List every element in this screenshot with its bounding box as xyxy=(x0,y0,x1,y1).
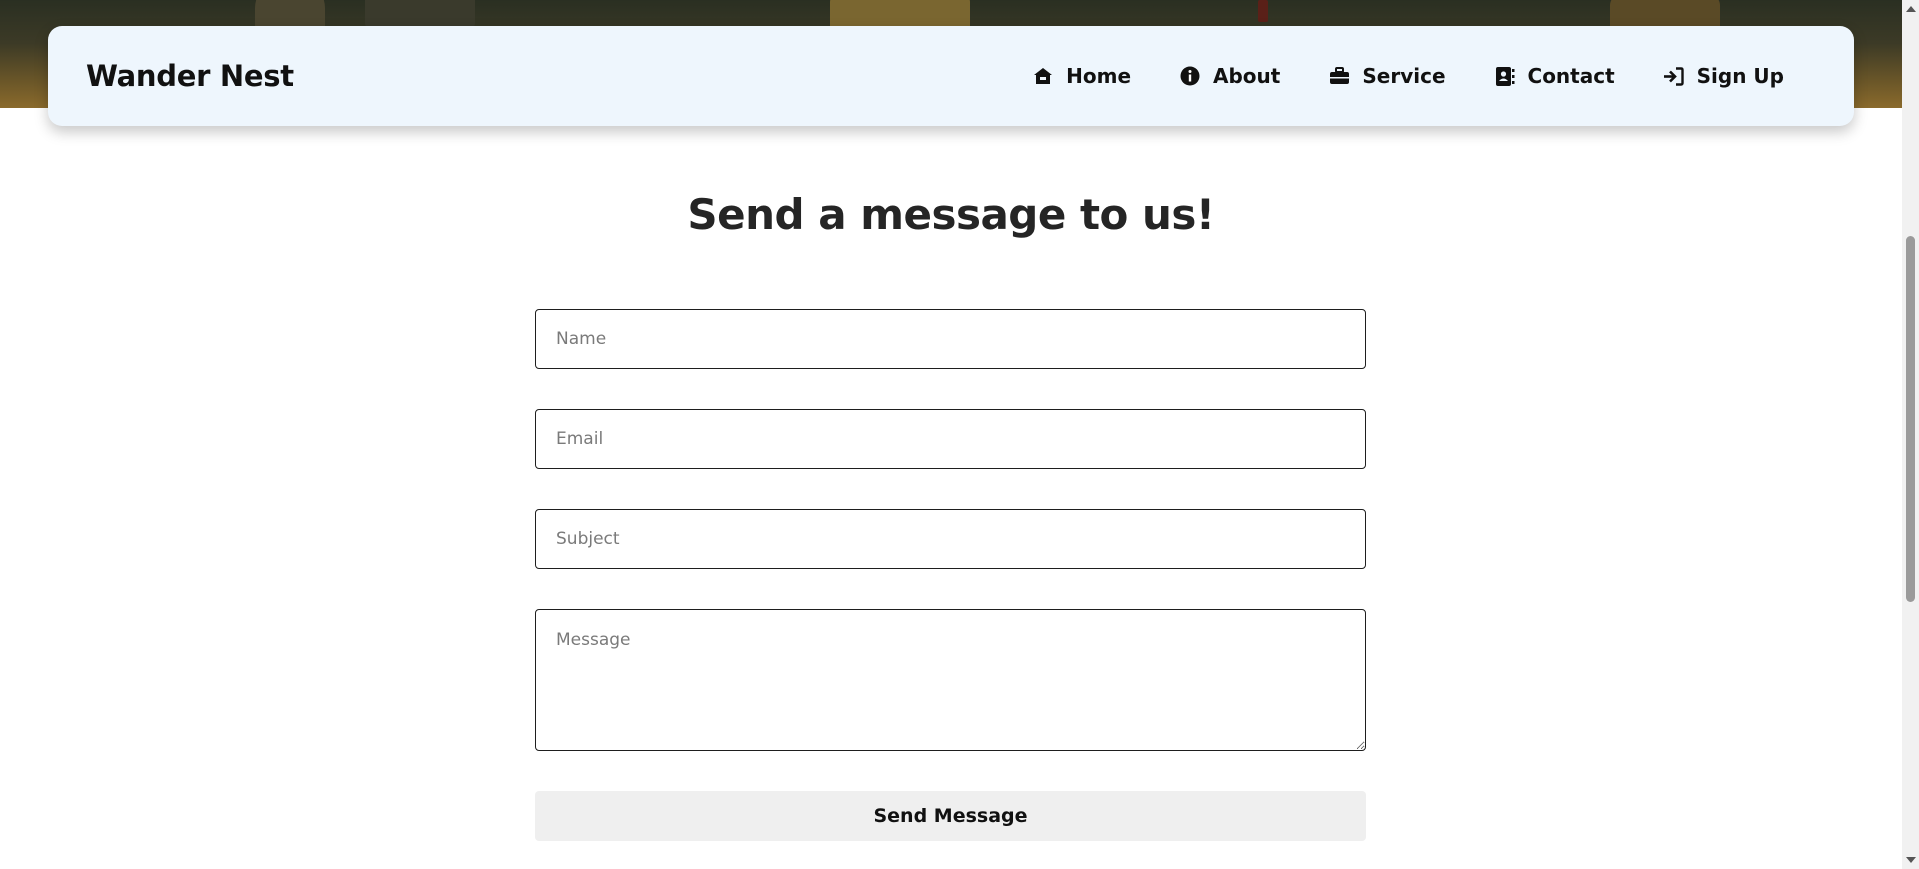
contact-book-icon xyxy=(1494,65,1516,87)
nav-item-signup[interactable]: Sign Up xyxy=(1663,64,1784,88)
scroll-up-arrow-icon[interactable] xyxy=(1906,6,1916,12)
navbar: Wander Nest Home About Service Contact S… xyxy=(48,26,1854,126)
hero-hiker xyxy=(1258,0,1268,22)
subject-input[interactable] xyxy=(535,509,1366,569)
scrollbar-thumb[interactable] xyxy=(1906,236,1915,602)
email-input[interactable] xyxy=(535,409,1366,469)
brand-logo[interactable]: Wander Nest xyxy=(86,59,294,93)
nav-label-service: Service xyxy=(1362,64,1446,88)
send-message-button[interactable]: Send Message xyxy=(535,791,1366,841)
name-input[interactable] xyxy=(535,309,1366,369)
nav-item-service[interactable]: Service xyxy=(1328,64,1446,88)
nav-label-signup: Sign Up xyxy=(1696,64,1784,88)
info-icon xyxy=(1179,65,1201,87)
page-scrollbar[interactable] xyxy=(1902,0,1919,869)
nav-item-contact[interactable]: Contact xyxy=(1494,64,1615,88)
scroll-down-arrow-icon[interactable] xyxy=(1906,857,1916,863)
nav-label-home: Home xyxy=(1066,64,1132,88)
sign-in-icon xyxy=(1663,65,1685,87)
nav-item-about[interactable]: About xyxy=(1179,64,1280,88)
nav-label-contact: Contact xyxy=(1527,64,1615,88)
nav-item-home[interactable]: Home xyxy=(1032,64,1131,88)
contact-heading: Send a message to us! xyxy=(687,190,1215,239)
message-textarea[interactable] xyxy=(535,609,1366,751)
briefcase-icon xyxy=(1328,65,1350,87)
home-icon xyxy=(1032,65,1054,87)
nav-links: Home About Service Contact Sign Up xyxy=(1032,64,1784,88)
nav-label-about: About xyxy=(1213,64,1281,88)
